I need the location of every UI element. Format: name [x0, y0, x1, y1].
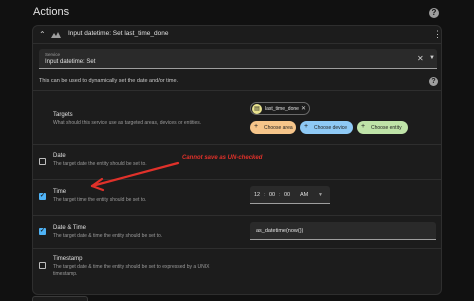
annotation-arrow [90, 161, 180, 192]
